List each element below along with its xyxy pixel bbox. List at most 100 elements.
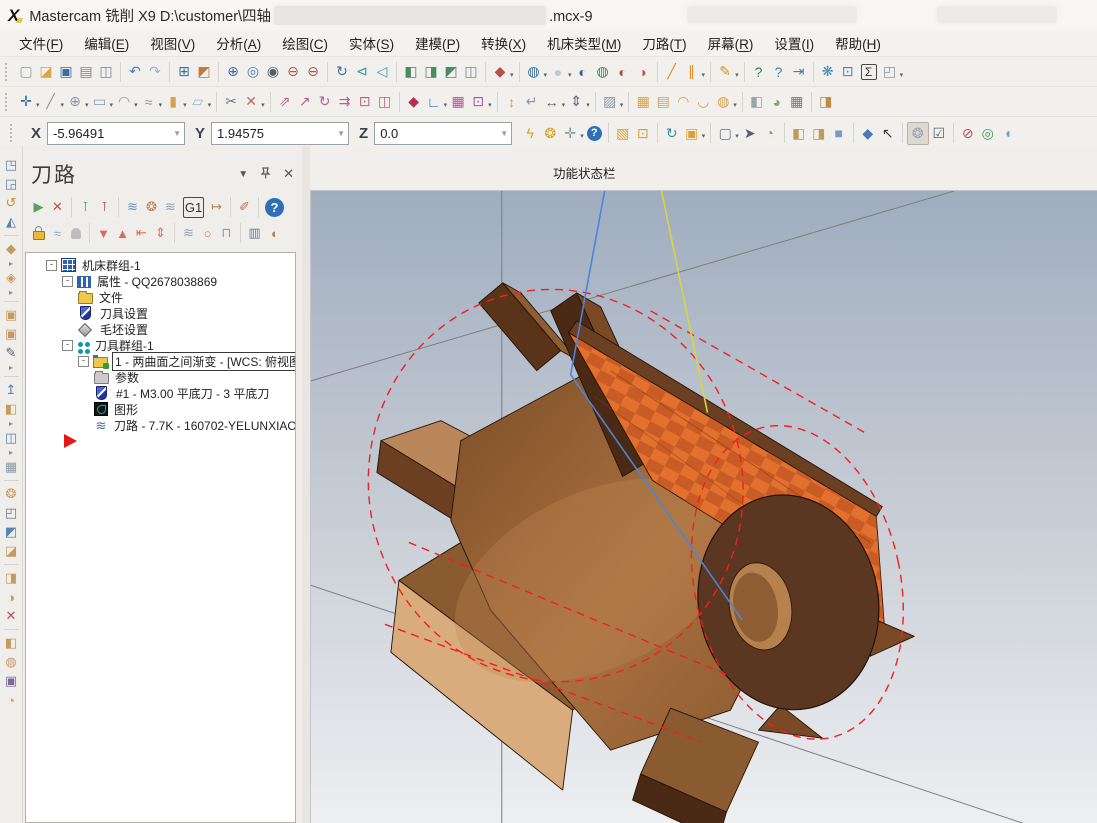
tree-expander[interactable]: - bbox=[46, 260, 57, 271]
ok-icon[interactable]: ◎ bbox=[978, 123, 998, 144]
rail-icon-13[interactable]: ▸ bbox=[4, 363, 18, 372]
gview-menu-icon[interactable]: ◆▾ bbox=[490, 61, 515, 82]
surface-net-icon[interactable]: ▦ bbox=[633, 91, 653, 112]
body-trim-icon[interactable]: ◪ bbox=[1, 542, 21, 560]
move-down-icon[interactable]: ▼ bbox=[94, 224, 113, 243]
menu-c[interactable]: 绘图(C) bbox=[277, 31, 333, 55]
verify-icon[interactable]: ❂ bbox=[142, 198, 161, 217]
solid-cut-icon[interactable]: ◧ bbox=[1, 400, 21, 418]
undo-selection-icon[interactable]: ↖ bbox=[878, 123, 898, 144]
view-front-icon[interactable]: ◨ bbox=[421, 61, 441, 82]
xform-offset-icon[interactable]: ⇉ bbox=[335, 91, 355, 112]
unzoom-icon[interactable]: ⊖ bbox=[283, 61, 303, 82]
create-cylinder-icon[interactable]: ▮▾ bbox=[163, 91, 188, 112]
regen-selected-icon[interactable]: ⊺ bbox=[76, 198, 95, 217]
shade-mesh-icon[interactable]: ◍ bbox=[593, 61, 613, 82]
cplane-line-icon[interactable]: ╱ bbox=[662, 61, 682, 82]
graphics-canvas[interactable] bbox=[310, 190, 1097, 823]
gear-state-icon[interactable]: ❂ bbox=[907, 122, 929, 145]
solids-manager-icon[interactable]: ◆ bbox=[1, 240, 21, 258]
break-icon[interactable]: ✕▾ bbox=[241, 91, 266, 112]
only-verify-selected-icon[interactable]: ○ bbox=[198, 224, 217, 243]
draft-icon[interactable]: ◨ bbox=[1, 569, 21, 587]
tree-item-properties[interactable]: -属性 - QQ2678038869 bbox=[26, 273, 295, 289]
tree-item-tool-definition[interactable]: #1 - M3.00 平底刀 - 3 平底刀 bbox=[26, 385, 295, 401]
insert-arrow-icon[interactable]: ⇤ bbox=[132, 224, 151, 243]
lock-ops-icon[interactable] bbox=[29, 226, 48, 240]
select-method-icon[interactable]: ▢▾ bbox=[715, 123, 740, 144]
smart-dimension-icon[interactable]: ↕ bbox=[502, 91, 522, 112]
tree-expander[interactable]: - bbox=[62, 276, 73, 287]
tree-expander[interactable]: - bbox=[62, 340, 73, 351]
panel-help-icon[interactable]: ? bbox=[263, 198, 286, 217]
select-arrow-icon[interactable]: ➤ bbox=[740, 123, 760, 144]
create-point-icon[interactable]: ✛▾ bbox=[16, 91, 41, 112]
clip-ops-icon[interactable]: ◖ bbox=[264, 224, 283, 243]
solid-box2-icon[interactable]: ▣ bbox=[1, 325, 21, 343]
shade-off-icon[interactable]: ◐ bbox=[613, 61, 633, 82]
panel-menu-button[interactable]: ▼ bbox=[238, 169, 248, 180]
z-coordinate-input[interactable]: 0.0▼ bbox=[374, 122, 512, 145]
tree-item-operation-1[interactable]: -1 - 两曲面之间渐变 - [WCS: 俯视图] bbox=[26, 353, 295, 369]
rail-icon-17[interactable]: ▸ bbox=[4, 419, 18, 428]
rotate-view-icon[interactable]: ↻ bbox=[332, 61, 352, 82]
import-solid-icon[interactable]: ◲ bbox=[1, 175, 21, 193]
fit-screen-icon[interactable]: ⊞ bbox=[174, 61, 194, 82]
menu-r[interactable]: 屏幕(R) bbox=[703, 31, 759, 55]
filmstrip-icon[interactable]: ▥ bbox=[245, 224, 264, 243]
toolbar-grip[interactable] bbox=[5, 63, 11, 81]
combo-caret-icon[interactable]: ▼ bbox=[500, 129, 508, 138]
highfeed-icon[interactable]: ↦ bbox=[207, 198, 226, 217]
history-icon[interactable]: ◧ bbox=[1, 634, 21, 652]
simplify-icon[interactable]: ◍ bbox=[1, 653, 21, 671]
pick-edge-icon[interactable]: ◨ bbox=[809, 123, 829, 144]
view-side-icon[interactable]: ◩ bbox=[441, 61, 461, 82]
unselect-all-ops-icon[interactable]: ✕ bbox=[48, 198, 67, 217]
pick-body-icon[interactable]: ■ bbox=[829, 123, 849, 144]
regen-dirty-icon[interactable]: ⊺ bbox=[95, 198, 114, 217]
ghost-ops-icon[interactable] bbox=[67, 228, 85, 239]
pattern-icon[interactable]: ◰ bbox=[1, 504, 21, 522]
zoom-selected-icon[interactable]: ◉ bbox=[263, 61, 283, 82]
layers-icon[interactable]: ▦ bbox=[1, 458, 21, 476]
section-view-icon[interactable]: ◨ bbox=[816, 91, 836, 112]
view-previous-icon[interactable]: ◁ bbox=[372, 61, 392, 82]
create-circle-icon[interactable]: ⊕▾ bbox=[65, 91, 90, 112]
move-up-icon[interactable]: ▲ bbox=[113, 224, 132, 243]
shade-translucent-icon[interactable]: ◑ bbox=[633, 61, 653, 82]
panel-close-button[interactable]: ✕ bbox=[283, 166, 294, 182]
create-spline-icon[interactable]: ≈▾ bbox=[139, 91, 164, 112]
combo-caret-icon[interactable]: ▼ bbox=[337, 129, 345, 138]
unzoom-80-icon[interactable]: ⊖ bbox=[303, 61, 323, 82]
solid-shell-icon[interactable]: ◕ bbox=[767, 91, 787, 112]
new-file-icon[interactable]: ▢ bbox=[16, 61, 36, 82]
tree-item-machine-group[interactable]: -机床群组-1 bbox=[26, 257, 295, 273]
pick-back-face-icon[interactable]: ◆ bbox=[858, 123, 878, 144]
rail-icon-19[interactable]: ▸ bbox=[4, 448, 18, 457]
scroll-ops-icon[interactable]: ⇕ bbox=[151, 224, 170, 243]
xform-scale-icon[interactable]: ⊡ bbox=[355, 91, 375, 112]
shell-icon[interactable]: ◑ bbox=[1, 588, 21, 606]
hatch-icon[interactable]: ▨▾ bbox=[600, 91, 625, 112]
gear-tool-icon[interactable]: ❂ bbox=[1, 485, 21, 503]
menu-v[interactable]: 视图(V) bbox=[145, 31, 200, 55]
fastpoint-icon[interactable]: ϟ bbox=[520, 123, 540, 144]
shading-menu-icon[interactable]: ●▾ bbox=[548, 61, 573, 82]
rail-icon-8[interactable]: ▸ bbox=[4, 288, 18, 297]
surface-dome-icon[interactable]: ◠ bbox=[673, 91, 693, 112]
menu-e[interactable]: 编辑(E) bbox=[79, 31, 134, 55]
sketch-icon[interactable]: ✎ bbox=[1, 344, 21, 362]
select-all-ops-icon[interactable]: ▶ bbox=[29, 198, 48, 217]
pick-face-icon[interactable]: ◧ bbox=[789, 123, 809, 144]
color-body-icon[interactable]: ▣ bbox=[1, 672, 21, 690]
xform-translate-icon[interactable]: ⇗ bbox=[275, 91, 295, 112]
tree-expander[interactable]: - bbox=[78, 356, 89, 367]
create-fillet-icon[interactable]: ◠▾ bbox=[114, 91, 139, 112]
create-line-icon[interactable]: ╱▾ bbox=[41, 91, 66, 112]
menu-h[interactable]: 帮助(H) bbox=[830, 31, 886, 55]
redo-icon[interactable]: ↷ bbox=[145, 61, 165, 82]
wcs-globe-icon[interactable]: ◍▾ bbox=[524, 61, 549, 82]
menu-x[interactable]: 转换(X) bbox=[476, 31, 531, 55]
repaint-icon[interactable]: ◩ bbox=[194, 61, 214, 82]
delete-face-icon[interactable]: ✕ bbox=[1, 607, 21, 625]
